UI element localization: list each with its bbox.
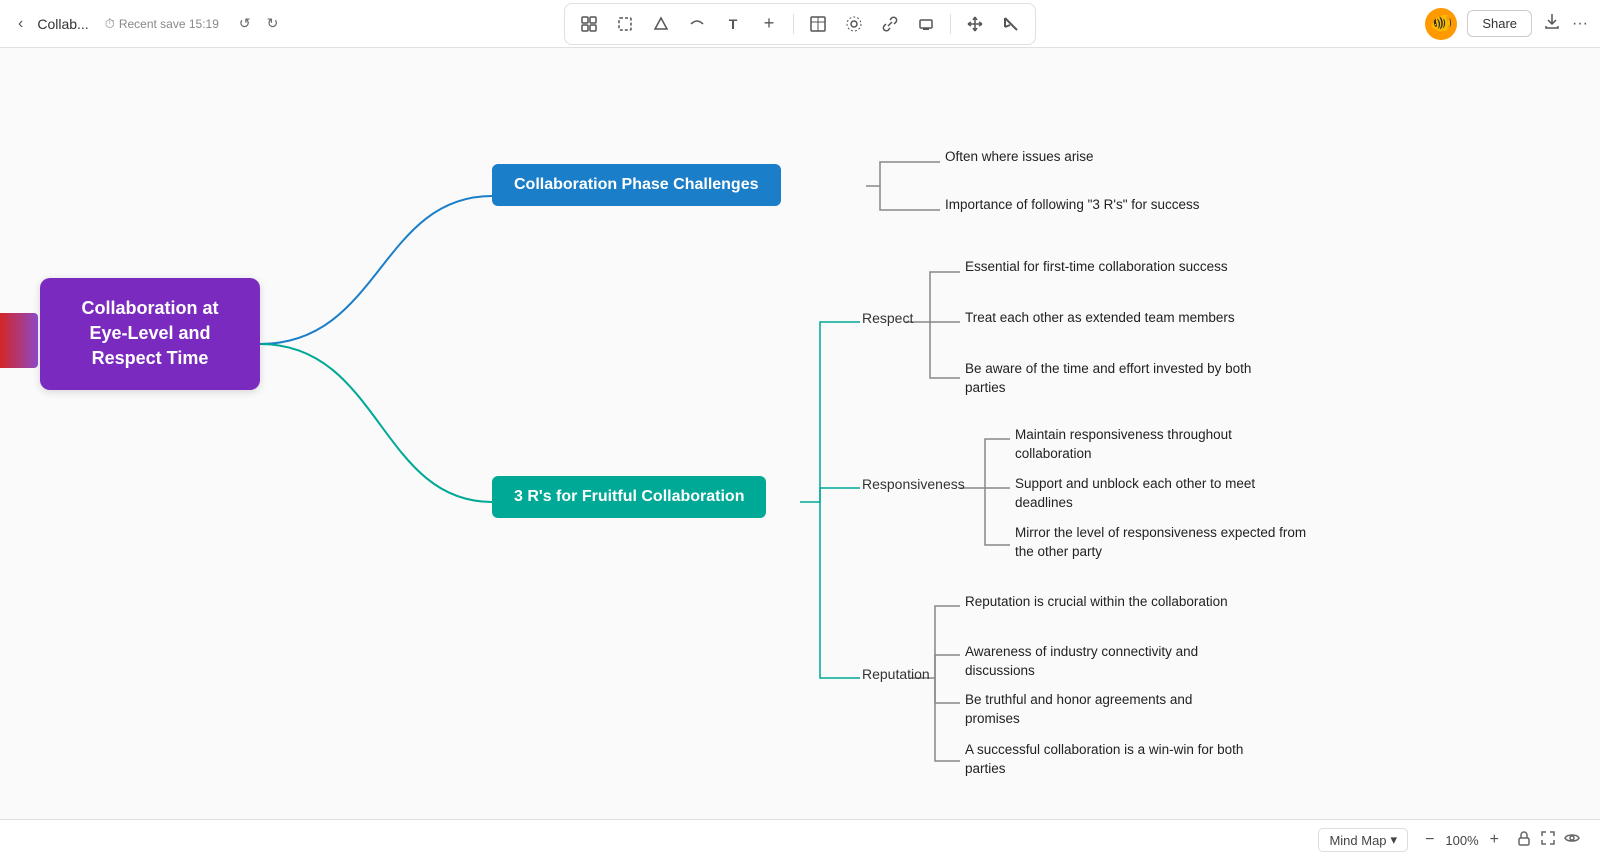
- lock-icon-button[interactable]: [1516, 830, 1532, 850]
- connector-tool-button[interactable]: [681, 8, 713, 40]
- add-tool-button[interactable]: +: [753, 8, 785, 40]
- leaf-respect-1: Essential for first-time collaboration s…: [965, 258, 1228, 277]
- undo-button[interactable]: ↺: [233, 11, 257, 36]
- export-button[interactable]: [1542, 11, 1562, 36]
- leaf-3rs-importance: Importance of following "3 R's" for succ…: [945, 196, 1200, 215]
- toolbar-left: ‹ Collab... ⏱ Recent save 15:19 ↺ ↻: [12, 11, 284, 37]
- table-tool-button[interactable]: [802, 8, 834, 40]
- central-node-text: Collaboration at Eye-Level and Respect T…: [81, 298, 218, 368]
- leaf-responsiveness-3: Mirror the level of responsiveness expec…: [1015, 524, 1325, 562]
- toolbar-separator-2: [950, 14, 951, 34]
- leaf-responsiveness-2: Support and unblock each other to meet d…: [1015, 475, 1295, 513]
- leaf-often-issues: Often where issues arise: [945, 148, 1094, 167]
- stamp-tool-button[interactable]: [910, 8, 942, 40]
- mindmap-connections: [0, 48, 1600, 860]
- toolbar-right: 🐠 Share ···: [1425, 8, 1588, 40]
- zoom-controls: − 100% +: [1420, 829, 1504, 851]
- leaf-reputation-2: Awareness of industry connectivity and d…: [965, 643, 1245, 681]
- toolbar-separator: [793, 14, 794, 34]
- user-avatar: 🐠: [1425, 8, 1457, 40]
- zoom-in-button[interactable]: +: [1485, 829, 1504, 851]
- zoom-percent: 100%: [1445, 833, 1478, 848]
- text-tool-button[interactable]: T: [717, 8, 749, 40]
- view-mode-selector[interactable]: Mind Map ▾: [1318, 828, 1408, 852]
- three-r-node[interactable]: 3 R's for Fruitful Collaboration: [492, 476, 766, 518]
- toolbar-center: T +: [564, 3, 1036, 45]
- move-tool-button[interactable]: [959, 8, 991, 40]
- canvas[interactable]: Collaboration at Eye-Level and Respect T…: [0, 48, 1600, 860]
- undo-redo-group: ↺ ↻: [233, 11, 284, 36]
- responsiveness-label: Responsiveness: [862, 476, 965, 492]
- select-tool-button[interactable]: [573, 8, 605, 40]
- view-mode-label: Mind Map: [1329, 833, 1386, 848]
- more-options-button[interactable]: ···: [1572, 15, 1588, 33]
- respect-label: Respect: [862, 310, 913, 326]
- doc-title: Collab...: [37, 16, 88, 32]
- pointer-tool-button[interactable]: [995, 8, 1027, 40]
- link-tool-button[interactable]: [874, 8, 906, 40]
- collab-phase-node[interactable]: Collaboration Phase Challenges: [492, 164, 781, 206]
- shape-tool-button[interactable]: [645, 8, 677, 40]
- share-button[interactable]: Share: [1467, 10, 1532, 37]
- view-mode-chevron: ▾: [1391, 832, 1398, 848]
- reputation-label: Reputation: [862, 666, 930, 682]
- leaf-respect-2: Treat each other as extended team member…: [965, 309, 1235, 328]
- save-status: ⏱ Recent save 15:19: [105, 16, 219, 32]
- frame-tool-button[interactable]: [609, 8, 641, 40]
- diagram-tool-button[interactable]: [838, 8, 870, 40]
- status-bar: Mind Map ▾ − 100% +: [0, 819, 1600, 860]
- leaf-reputation-4: A successful collaboration is a win-win …: [965, 741, 1245, 779]
- left-edge-indicator: [0, 313, 38, 368]
- central-node[interactable]: Collaboration at Eye-Level and Respect T…: [40, 278, 260, 390]
- eye-icon-button[interactable]: [1564, 830, 1580, 850]
- status-icons: [1516, 830, 1580, 850]
- save-icon: ⏱: [105, 16, 115, 32]
- redo-button[interactable]: ↻: [261, 11, 285, 36]
- toolbar: ‹ Collab... ⏱ Recent save 15:19 ↺ ↻: [0, 0, 1600, 48]
- leaf-reputation-1: Reputation is crucial within the collabo…: [965, 593, 1228, 612]
- back-button[interactable]: ‹: [12, 11, 29, 37]
- fullscreen-icon-button[interactable]: [1540, 830, 1556, 850]
- zoom-out-button[interactable]: −: [1420, 829, 1439, 851]
- leaf-reputation-3: Be truthful and honor agreements and pro…: [965, 691, 1245, 729]
- leaf-respect-3: Be aware of the time and effort invested…: [965, 360, 1255, 398]
- leaf-responsiveness-1: Maintain responsiveness throughout colla…: [1015, 426, 1295, 464]
